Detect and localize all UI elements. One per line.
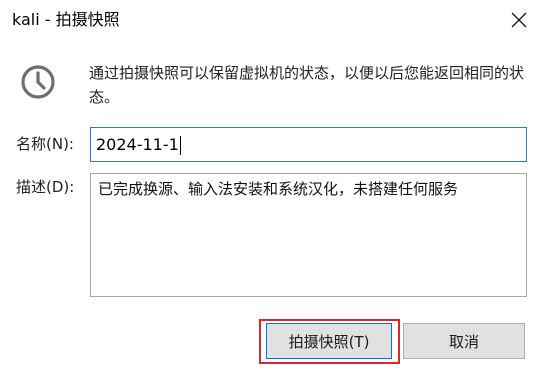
text-caret xyxy=(179,136,181,155)
name-label: 名称(N): xyxy=(16,135,74,153)
window-title: kali - 拍摄快照 xyxy=(12,10,120,29)
intro-text: 通过拍摄快照可以保留虚拟机的状态，以便以后您能返回相同的状态。 xyxy=(89,64,525,106)
close-icon xyxy=(511,12,527,28)
name-input-value: 2024-11-1 xyxy=(96,135,179,154)
title-bar: kali - 拍摄快照 xyxy=(0,0,542,40)
clock-icon xyxy=(21,65,55,99)
name-input[interactable]: 2024-11-1 xyxy=(90,127,527,162)
take-snapshot-button[interactable]: 拍摄快照(T) xyxy=(266,323,392,359)
description-textarea[interactable]: 已完成换源、输入法安装和系统汉化，未搭建任何服务 xyxy=(90,173,527,297)
cancel-button[interactable]: 取消 xyxy=(403,323,525,359)
take-snapshot-dialog: kali - 拍摄快照 通过拍摄快照可以保留虚拟机的状态，以便以后您能返回相同的… xyxy=(0,0,542,377)
description-label: 描述(D): xyxy=(16,178,75,196)
close-button[interactable] xyxy=(500,2,538,38)
description-value: 已完成换源、输入法安装和系统汉化，未搭建任何服务 xyxy=(98,180,459,198)
